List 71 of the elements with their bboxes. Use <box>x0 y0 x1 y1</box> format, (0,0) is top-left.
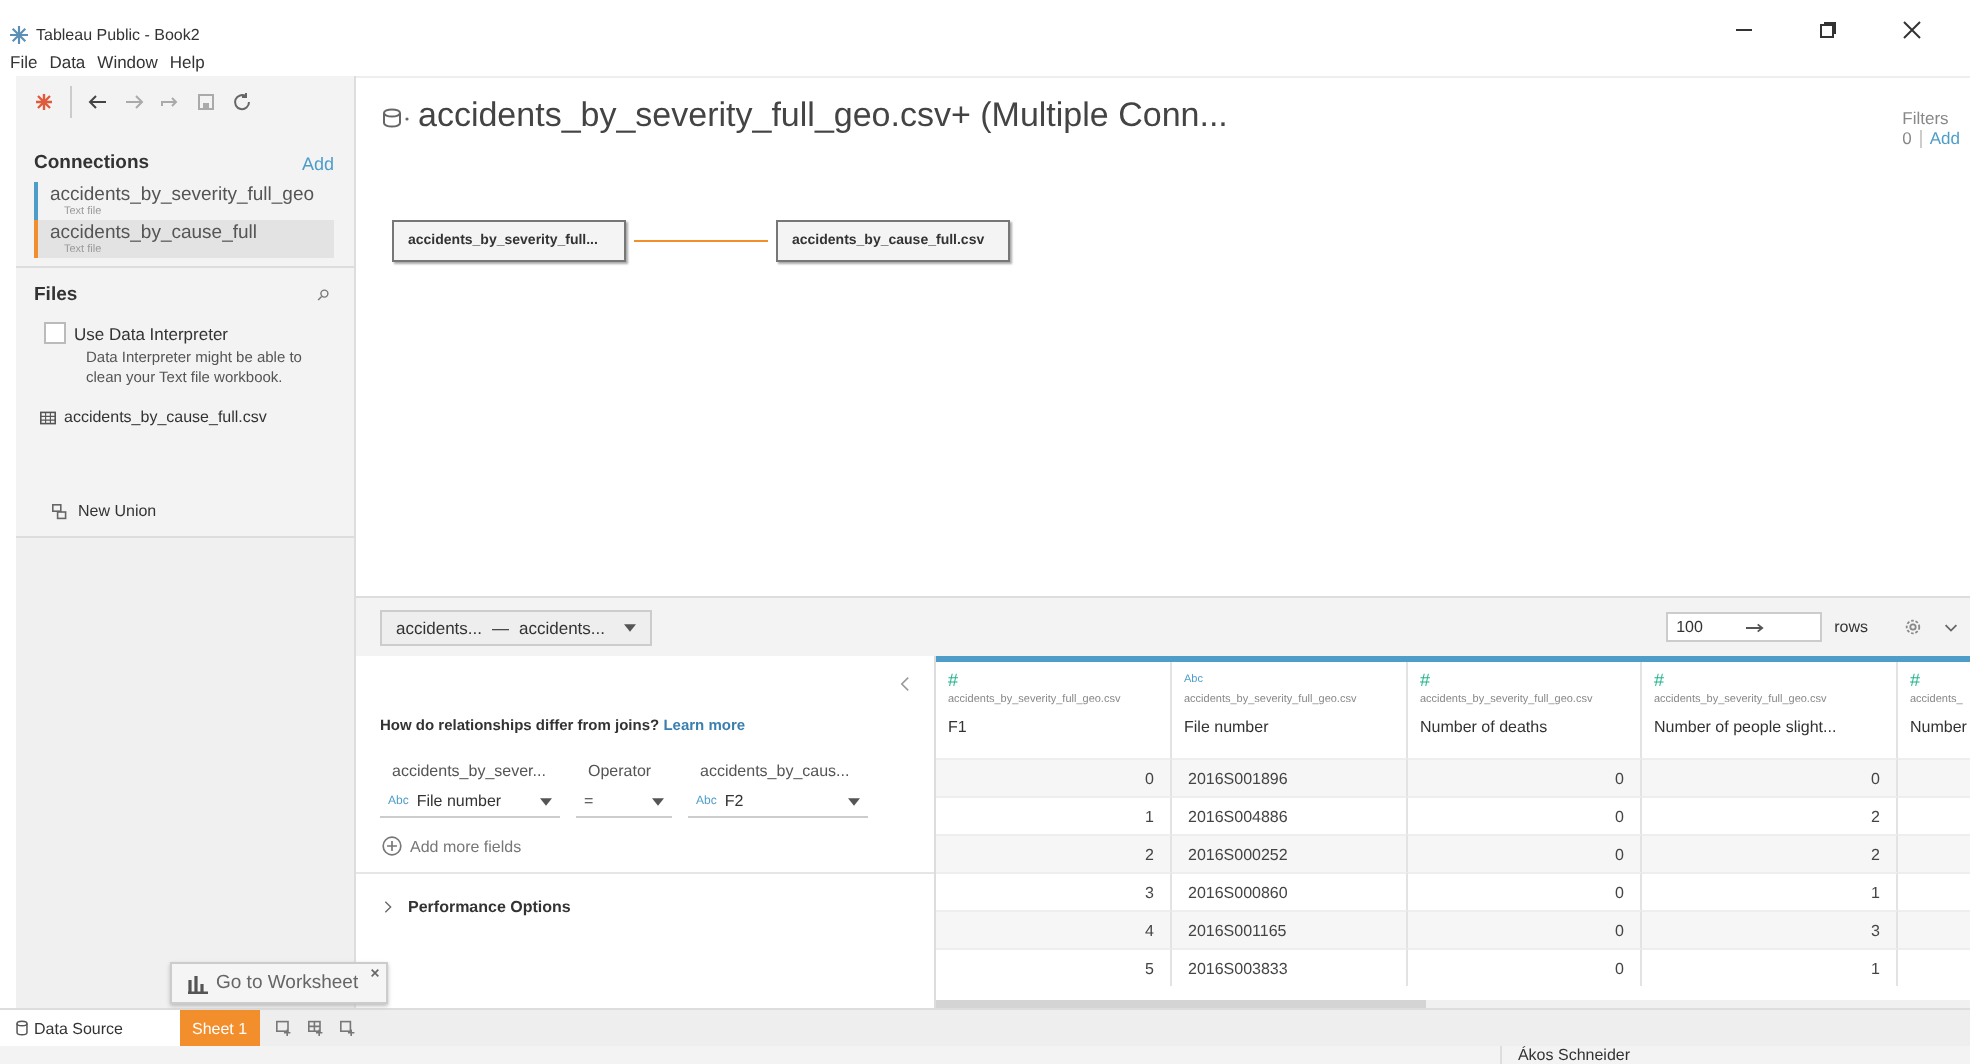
plus-circle-icon <box>382 836 402 856</box>
table-cell: 2 <box>936 834 1172 872</box>
relationship-dropdown[interactable]: accidents... — accidents... <box>380 609 651 645</box>
rows-label: rows <box>1834 618 1868 636</box>
table-cell: 2016S001896 <box>1172 758 1408 796</box>
table-cell: 0 <box>1408 758 1642 796</box>
table-cell: 4 <box>936 910 1172 948</box>
rows-field[interactable]: 100 <box>1666 612 1823 642</box>
column-header: accidents_by_sever... <box>390 762 548 780</box>
database-icon <box>16 1020 28 1036</box>
caret-icon <box>848 797 860 805</box>
union-icon <box>52 503 68 519</box>
new-story-icon[interactable] <box>339 1020 356 1036</box>
csv-file-name[interactable]: accidents_by_cause_full.csv <box>64 408 267 426</box>
table-cell: 3 <box>1642 910 1898 948</box>
chevron-right-icon[interactable] <box>384 900 392 914</box>
connection-name: accidents_by_severity_full_geo <box>50 184 317 206</box>
column-header: accidents_by_caus... <box>698 762 852 780</box>
forward-arrow-icon[interactable] <box>124 92 144 112</box>
checkbox-label: Use Data Interpreter <box>74 323 229 343</box>
collapse-icon[interactable] <box>900 676 910 692</box>
search-icon[interactable] <box>316 288 330 302</box>
caret-icon <box>623 623 635 631</box>
caret-icon <box>540 797 552 805</box>
arrow-icon <box>1746 621 1765 633</box>
settings-icon[interactable] <box>1904 618 1922 636</box>
table-cell: 0 <box>1408 834 1642 872</box>
connection-name: accidents_by_cause_full <box>50 222 260 244</box>
logo-icon[interactable] <box>34 92 54 112</box>
app-logo-icon <box>10 26 28 44</box>
filters-count: 0 <box>1902 128 1912 148</box>
close-icon[interactable] <box>1902 20 1922 40</box>
performance-options-toggle[interactable]: Performance Options <box>408 898 571 916</box>
table-cell: 2 <box>1642 834 1898 872</box>
table-cell: 0 <box>1642 758 1898 796</box>
table-cell: 2016S000252 <box>1172 834 1408 872</box>
database-icon <box>382 108 410 128</box>
menu-item[interactable]: Data <box>49 52 86 72</box>
filters-label: Filters <box>1902 108 1951 128</box>
restore-icon[interactable] <box>1818 20 1838 40</box>
back-arrow-icon[interactable] <box>88 92 108 112</box>
table-cell: 2016S003833 <box>1172 948 1408 986</box>
sheet-tab[interactable]: Data Source <box>0 1010 180 1046</box>
menu-item[interactable]: File <box>10 52 38 72</box>
window-title: Tableau Public - Book2 <box>36 26 200 44</box>
operator-dropdown[interactable]: = <box>576 792 672 818</box>
caret-icon <box>652 797 664 805</box>
add-more-fields-link[interactable]: Add more fields <box>410 837 522 855</box>
user-menu[interactable]: Ákos Schneider <box>1499 1046 1670 1064</box>
menu-item[interactable]: Help <box>169 52 205 72</box>
table-cell: 5 <box>936 948 1172 986</box>
table-cell: 1 <box>1642 948 1898 986</box>
connections-heading: Connections <box>34 152 150 174</box>
redo-icon[interactable] <box>160 92 180 112</box>
table-cell: 0 <box>936 758 1172 796</box>
refresh-icon[interactable] <box>232 92 252 112</box>
new-worksheet-icon[interactable] <box>275 1020 292 1036</box>
data-source-title[interactable]: accidents_by_severity_full_geo.csv+ (Multiple Conn... <box>418 96 1228 136</box>
table-cell: 0 <box>1408 948 1642 986</box>
bar-chart-icon <box>188 973 208 993</box>
checkbox[interactable] <box>44 322 66 344</box>
go-to-worksheet-tooltip[interactable]: Go to Worksheet <box>170 962 389 1004</box>
files-heading: Files <box>34 284 78 306</box>
table-icon <box>40 409 56 425</box>
new-dashboard-icon[interactable] <box>307 1020 324 1036</box>
save-icon[interactable] <box>196 92 216 112</box>
table-cell: 2016S001165 <box>1172 910 1408 948</box>
table-cell: 0 <box>1408 910 1642 948</box>
new-union-link[interactable]: New Union <box>78 502 157 520</box>
column-header: Operator <box>586 762 654 780</box>
menu-item[interactable]: Window <box>97 52 158 72</box>
